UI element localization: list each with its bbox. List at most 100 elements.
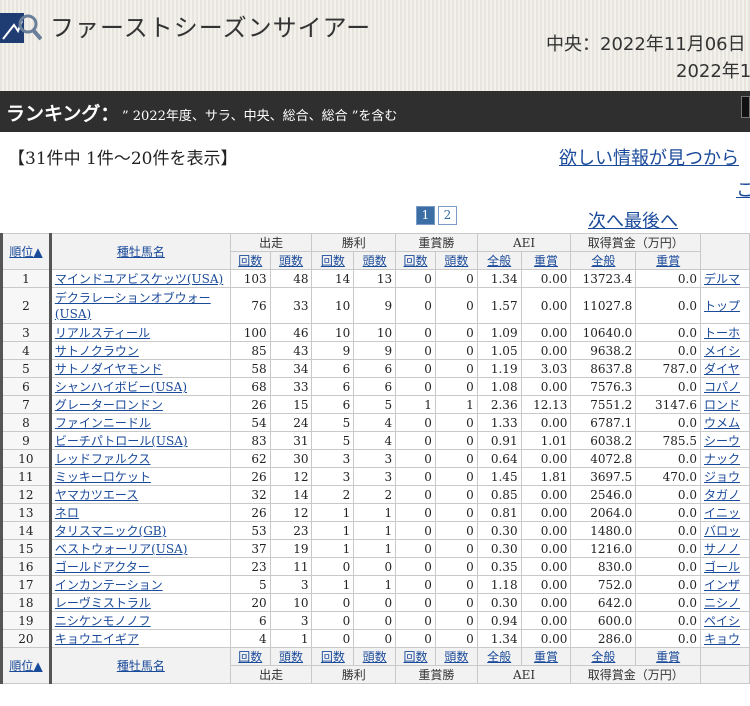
column-sort-header[interactable]: 全般: [570, 251, 637, 270]
column-footer-sort-header[interactable]: 回数: [395, 647, 436, 666]
top-horse-link[interactable]: デルマ: [700, 269, 750, 288]
stat-cell: 11: [269, 557, 313, 576]
stat-cell: 0: [434, 467, 478, 486]
top-horse-link[interactable]: ジョウ: [700, 467, 750, 486]
rank-cell: 9: [0, 431, 52, 450]
sire-name-link[interactable]: ビーチパトロール(USA): [49, 431, 231, 450]
column-footer-sort-header[interactable]: 全般: [476, 647, 522, 666]
sire-name-link[interactable]: ミッキーロケット: [49, 467, 231, 486]
sire-name-link[interactable]: グレーターロンドン: [49, 395, 231, 414]
stat-cell: 3: [269, 575, 313, 594]
column-footer-sort-header[interactable]: 重賞: [635, 647, 702, 666]
top-horse-link[interactable]: ペイシ: [700, 611, 750, 630]
column-sort-header[interactable]: 回数: [395, 251, 436, 270]
stat-cell: 0.00: [520, 323, 572, 342]
stat-cell: 0.0: [635, 503, 702, 522]
stat-cell: 0: [395, 467, 436, 486]
sire-name-link[interactable]: デクラレーションオブウォー(USA): [49, 287, 231, 324]
sire-name-link[interactable]: ヤマカツエース: [49, 485, 231, 504]
stat-cell: 103: [229, 269, 271, 288]
column-sort-header[interactable]: 重賞: [635, 251, 702, 270]
stat-cell: 0.0: [635, 485, 702, 504]
sire-name-link[interactable]: リアルスティール: [49, 323, 231, 342]
sire-name-link[interactable]: ニシケンモノノフ: [49, 611, 231, 630]
column-sort-header[interactable]: 頭数: [434, 251, 478, 270]
stat-cell: 0.0: [635, 323, 702, 342]
column-sort-header[interactable]: 回数: [311, 251, 355, 270]
ranking-menu-button[interactable]: [741, 96, 750, 118]
stat-cell: 3: [311, 449, 355, 468]
top-horse-link[interactable]: バロッ: [700, 521, 750, 540]
top-horse-link[interactable]: ロンド: [700, 395, 750, 414]
sire-name-link[interactable]: ゴールドアクター: [49, 557, 231, 576]
sire-name-link[interactable]: キョウエイギア: [49, 629, 231, 648]
stat-cell: 3: [269, 611, 313, 630]
top-horse-link[interactable]: インザ: [700, 575, 750, 594]
stat-cell: 1.09: [476, 323, 522, 342]
top-horse-link[interactable]: ニシノ: [700, 593, 750, 612]
rank-sort-footer[interactable]: 順位▲: [0, 647, 52, 684]
top-horse-link[interactable]: キョウ: [700, 629, 750, 648]
column-footer-sort-header[interactable]: 頭数: [434, 647, 478, 666]
sire-name-link[interactable]: ネロ: [49, 503, 231, 522]
column-footer-sort-header[interactable]: 重賞: [520, 647, 572, 666]
next-last-link[interactable]: 次へ最後へ: [588, 207, 678, 233]
top-horse-link[interactable]: ダイヤ: [700, 359, 750, 378]
rank-sort-header[interactable]: 順位▲: [0, 233, 52, 270]
sire-name-link[interactable]: サトノダイヤモンド: [49, 359, 231, 378]
sire-name-link[interactable]: レーヴミストラル: [49, 593, 231, 612]
top-horse-link[interactable]: サノノ: [700, 539, 750, 558]
sire-name-link[interactable]: シャンハイボビー(USA): [49, 377, 231, 396]
sire-name-link[interactable]: ファインニードル: [49, 413, 231, 432]
result-count: 【31件中 1件～20件を表示】: [8, 149, 238, 169]
stat-cell: 0.0: [635, 575, 702, 594]
top-horse-link[interactable]: イニッ: [700, 503, 750, 522]
column-footer-sort-header[interactable]: 回数: [229, 647, 271, 666]
stat-cell: 0: [353, 611, 397, 630]
help-link-continued[interactable]: こ: [736, 176, 750, 202]
top-horse-link[interactable]: コパノ: [700, 377, 750, 396]
sire-name-link[interactable]: マインドユアビスケッツ(USA): [49, 269, 231, 288]
column-sort-header[interactable]: 全般: [476, 251, 522, 270]
column-sort-header[interactable]: 頭数: [353, 251, 397, 270]
page-2-button[interactable]: 2: [438, 206, 457, 225]
stat-cell: 1.81: [520, 467, 572, 486]
stat-cell: 0: [395, 629, 436, 648]
column-footer-sort-header[interactable]: 回数: [311, 647, 355, 666]
stat-cell: 0.0: [635, 611, 702, 630]
top-horse-link[interactable]: ナック: [700, 449, 750, 468]
sire-name-link[interactable]: レッドファルクス: [49, 449, 231, 468]
stat-cell: 10: [311, 323, 355, 342]
top-horse-link[interactable]: トーホ: [700, 323, 750, 342]
sire-name-link[interactable]: タリスマニック(GB): [49, 521, 231, 540]
top-horse-link[interactable]: ウメム: [700, 413, 750, 432]
top-horse-link[interactable]: ゴール: [700, 557, 750, 576]
stat-cell: 10: [353, 323, 397, 342]
stat-cell: 1.45: [476, 467, 522, 486]
stat-cell: 0.00: [520, 485, 572, 504]
column-footer-sort-header[interactable]: 頭数: [269, 647, 313, 666]
sire-name-header[interactable]: 種牡馬名: [49, 233, 231, 270]
stat-cell: 0: [395, 503, 436, 522]
stat-cell: 0: [311, 629, 355, 648]
top-horse-link[interactable]: シーウ: [700, 431, 750, 450]
top-horse-link[interactable]: タガノ: [700, 485, 750, 504]
sire-name-footer[interactable]: 種牡馬名: [49, 647, 231, 684]
stat-cell: 0: [395, 269, 436, 288]
column-footer-sort-header[interactable]: 頭数: [353, 647, 397, 666]
top-horse-link[interactable]: メイシ: [700, 341, 750, 360]
column-footer-sort-header[interactable]: 全般: [570, 647, 637, 666]
sire-name-link[interactable]: サトノクラウン: [49, 341, 231, 360]
rank-cell: 3: [0, 323, 52, 342]
column-sort-header[interactable]: 頭数: [269, 251, 313, 270]
help-link[interactable]: 欲しい情報が見つから: [559, 144, 739, 170]
top-horse-link[interactable]: トップ: [700, 287, 750, 324]
sire-name-link[interactable]: インカンテーション: [49, 575, 231, 594]
page-1-button[interactable]: 1: [416, 206, 435, 225]
stat-cell: 11027.8: [570, 287, 637, 324]
sire-name-link[interactable]: ベストウォーリア(USA): [49, 539, 231, 558]
table-row: 12 ヤマカツエース 32 14 2 2 0 0 0.85 0.00 2546.0 0.0 タガノ: [0, 485, 750, 504]
column-sort-header[interactable]: 回数: [229, 251, 271, 270]
stat-cell: 0.00: [520, 611, 572, 630]
column-sort-header[interactable]: 重賞: [520, 251, 572, 270]
